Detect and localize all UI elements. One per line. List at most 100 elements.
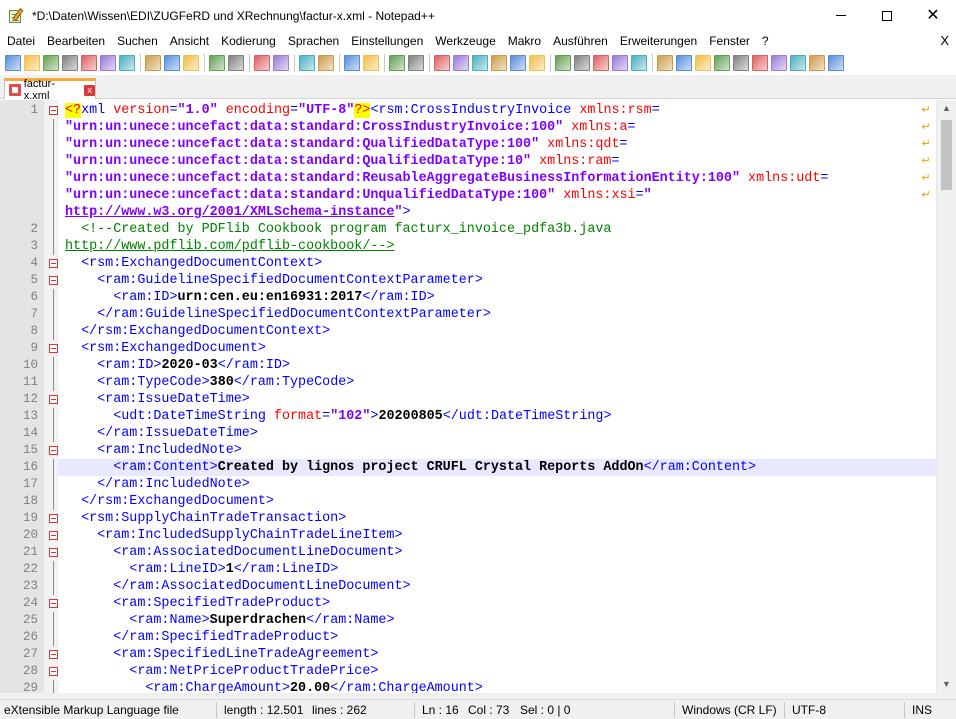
code-line[interactable]: <rsm:SupplyChainTradeTransaction> xyxy=(58,510,936,527)
indent-guide-icon[interactable] xyxy=(434,55,450,71)
new-file-icon[interactable] xyxy=(5,55,21,71)
code-line[interactable]: </ram:IssueDateTime> xyxy=(58,425,936,442)
menu-kodierung[interactable]: Kodierung xyxy=(215,34,282,48)
plugin-1-icon[interactable] xyxy=(657,55,673,71)
menu-suchen[interactable]: Suchen xyxy=(111,34,164,48)
code-line[interactable]: <!--Created by PDFlib Cookbook program f… xyxy=(58,221,936,238)
save-icon[interactable] xyxy=(43,55,59,71)
zoom-in-icon[interactable] xyxy=(299,55,315,71)
code-line[interactable]: <ram:LineID>1</ram:LineID> xyxy=(58,561,936,578)
code-line[interactable]: </rsm:ExchangedDocumentContext> xyxy=(58,323,936,340)
code-line[interactable]: <rsm:ExchangedDocumentContext> xyxy=(58,255,936,272)
code-line[interactable]: "urn:un:unece:uncefact:data:standard:Cro… xyxy=(58,119,936,136)
udl-icon[interactable] xyxy=(453,55,469,71)
close-all-icon[interactable] xyxy=(100,55,116,71)
fold-toggle-icon[interactable] xyxy=(49,531,58,540)
code-line[interactable]: <ram:IssueDateTime> xyxy=(58,391,936,408)
maximize-button[interactable] xyxy=(864,0,910,31)
code-line[interactable]: <rsm:ExchangedDocument> xyxy=(58,340,936,357)
plugin-5-icon[interactable] xyxy=(771,55,787,71)
zoom-out-icon[interactable] xyxy=(318,55,334,71)
plugin-6-icon[interactable] xyxy=(790,55,806,71)
stop-record-icon[interactable] xyxy=(574,55,590,71)
word-wrap-icon[interactable] xyxy=(389,55,405,71)
fold-toggle-icon[interactable] xyxy=(49,259,58,268)
vertical-scrollbar[interactable]: ▲ ▼ xyxy=(936,100,956,693)
status-insert-mode[interactable]: INS xyxy=(912,700,932,719)
fold-toggle-icon[interactable] xyxy=(49,276,58,285)
code-line[interactable]: <ram:NetPriceProductTradePrice> xyxy=(58,663,936,680)
code-line[interactable]: http://www.pdflib.com/pdflib-cookbook/--… xyxy=(58,238,936,255)
menu-makro[interactable]: Makro xyxy=(502,34,547,48)
fold-toggle-icon[interactable] xyxy=(49,106,58,115)
code-line[interactable]: </ram:IncludedNote> xyxy=(58,476,936,493)
redo-icon[interactable] xyxy=(228,55,244,71)
status-eol-format[interactable]: Windows (CR LF) xyxy=(682,700,777,719)
plugin-3-icon[interactable] xyxy=(695,55,711,71)
menu-fenster[interactable]: Fenster xyxy=(703,34,756,48)
close-icon[interactable] xyxy=(81,55,97,71)
plugin-sql-icon[interactable] xyxy=(828,55,844,71)
code-line[interactable]: "urn:un:unece:uncefact:data:standard:Qua… xyxy=(58,136,936,153)
close-document-button[interactable]: X xyxy=(940,33,949,48)
replace-icon[interactable] xyxy=(273,55,289,71)
find-icon[interactable] xyxy=(254,55,270,71)
plugin-4-icon[interactable] xyxy=(714,55,730,71)
menu-sprachen[interactable]: Sprachen xyxy=(282,34,345,48)
record-macro-icon[interactable] xyxy=(555,55,571,71)
paste-icon[interactable] xyxy=(183,55,199,71)
code-line[interactable]: <ram:IncludedSupplyChainTradeLineItem> xyxy=(58,527,936,544)
fold-toggle-icon[interactable] xyxy=(49,548,58,557)
plugin-down-icon[interactable] xyxy=(752,55,768,71)
doc-map-icon[interactable] xyxy=(472,55,488,71)
minimize-button[interactable] xyxy=(818,0,864,31)
folder-workspace-icon[interactable] xyxy=(510,55,526,71)
code-line[interactable]: <ram:SpecifiedLineTradeAgreement> xyxy=(58,646,936,663)
cut-icon[interactable] xyxy=(145,55,161,71)
fold-toggle-icon[interactable] xyxy=(49,667,58,676)
code-line[interactable]: "urn:un:unece:uncefact:data:standard:Qua… xyxy=(58,153,936,170)
menu-ausfuehren[interactable]: Ausführen xyxy=(547,34,614,48)
menu-bearbeiten[interactable]: Bearbeiten xyxy=(41,34,111,48)
fold-toggle-icon[interactable] xyxy=(49,599,58,608)
code-line[interactable]: </ram:SpecifiedTradeProduct> xyxy=(58,629,936,646)
tab-close-button[interactable]: x xyxy=(84,84,95,96)
fold-toggle-icon[interactable] xyxy=(49,514,58,523)
plugin-7-icon[interactable] xyxy=(809,55,825,71)
code-line[interactable]: "urn:un:unece:uncefact:data:standard:Unq… xyxy=(58,187,936,204)
menu-einstellungen[interactable]: Einstellungen xyxy=(345,34,429,48)
notepadpp-app-icon[interactable] xyxy=(8,7,24,24)
menu-werkzeuge[interactable]: Werkzeuge xyxy=(429,34,501,48)
fold-toggle-icon[interactable] xyxy=(49,344,58,353)
code-line[interactable]: <ram:SpecifiedTradeProduct> xyxy=(58,595,936,612)
editor[interactable]: 1 2 3 4 5 6 7 8 9 10 11 12 13 14 15 16 17 18 19 20 21 22 23 24 2… xyxy=(0,100,956,697)
save-macro-icon[interactable] xyxy=(631,55,647,71)
copy-icon[interactable] xyxy=(164,55,180,71)
code-area[interactable]: <?xml version="1.0" encoding="UTF-8"?><r… xyxy=(58,100,936,693)
undo-icon[interactable] xyxy=(209,55,225,71)
sync-vertical-icon[interactable] xyxy=(344,55,360,71)
scroll-up-icon[interactable]: ▲ xyxy=(937,100,956,117)
scroll-down-icon[interactable]: ▼ xyxy=(937,676,956,693)
code-line[interactable]: </ram:GuidelineSpecifiedDocumentContextP… xyxy=(58,306,936,323)
code-line[interactable]: <?xml version="1.0" encoding="UTF-8"?><r… xyxy=(58,102,936,119)
plugin-up-icon[interactable] xyxy=(733,55,749,71)
run-macro-multiple-icon[interactable] xyxy=(612,55,628,71)
status-encoding[interactable]: UTF-8 xyxy=(792,700,826,719)
play-macro-icon[interactable] xyxy=(593,55,609,71)
save-all-icon[interactable] xyxy=(62,55,78,71)
fold-toggle-icon[interactable] xyxy=(49,446,58,455)
code-line[interactable]: <udt:DateTimeString format="102">2020080… xyxy=(58,408,936,425)
plugin-2-icon[interactable] xyxy=(676,55,692,71)
code-line[interactable]: </ram:AssociatedDocumentLineDocument> xyxy=(58,578,936,595)
tab-factur-x[interactable]: factur-x.xml x xyxy=(4,78,96,102)
code-line[interactable]: http://www.w3.org/2001/XMLSchema-instanc… xyxy=(58,204,936,221)
menu-help[interactable]: ? xyxy=(756,34,775,48)
menu-datei[interactable]: Datei xyxy=(0,34,41,48)
fold-toggle-icon[interactable] xyxy=(49,395,58,404)
sync-horizontal-icon[interactable] xyxy=(363,55,379,71)
code-line[interactable]: <ram:ID>urn:cen.eu:en16931:2017</ram:ID> xyxy=(58,289,936,306)
code-line[interactable]: <ram:ID>2020-03</ram:ID> xyxy=(58,357,936,374)
code-line[interactable]: <ram:ChargeAmount>20.00</ram:ChargeAmoun… xyxy=(58,680,936,693)
fold-toggle-icon[interactable] xyxy=(49,650,58,659)
